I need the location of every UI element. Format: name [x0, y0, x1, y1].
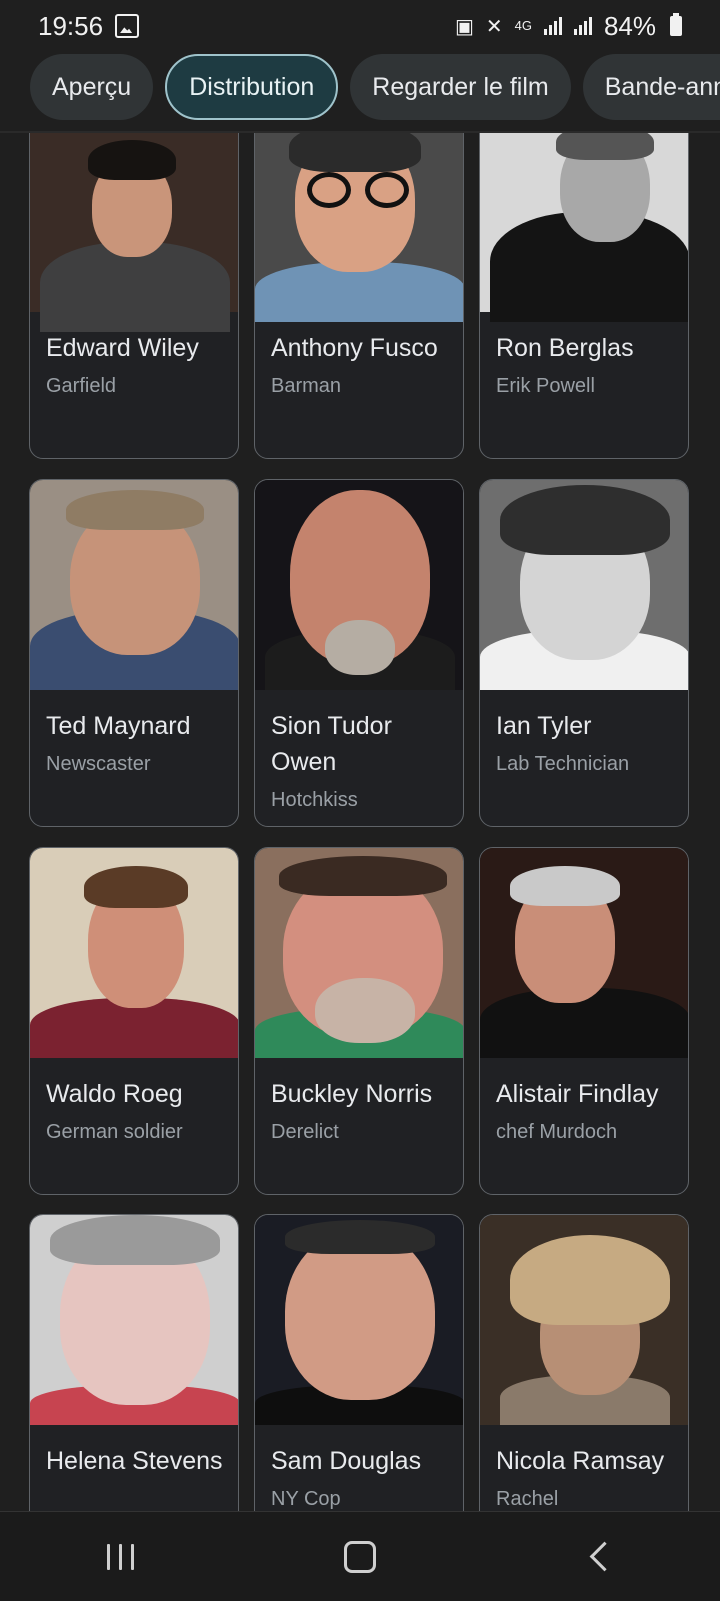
role-name: NY Cop	[271, 1488, 341, 1510]
role-name: Garfield	[46, 375, 117, 397]
actor-photo	[480, 1215, 688, 1425]
tab-chip-row: Aperçu Distribution Regarder le film Ban…	[0, 54, 720, 122]
card-text: Buckley Norris Derelict	[271, 1076, 451, 1144]
cast-card[interactable]: Ted Maynard Newscaster	[29, 479, 239, 827]
cast-card[interactable]: Helena Stevens	[29, 1214, 239, 1511]
actor-photo	[30, 848, 238, 1058]
actor-photo	[30, 133, 238, 332]
card-text: Edward Wiley Garfield	[46, 330, 226, 398]
actor-photo	[255, 1215, 463, 1425]
home-icon	[344, 1540, 376, 1573]
recent-apps-button[interactable]	[75, 1522, 165, 1592]
tab-bande-annonce[interactable]: Bande-annonce	[582, 54, 720, 120]
cast-card[interactable]: Anthony Fusco Barman	[254, 133, 464, 459]
status-right: ▣ ✕ 4G 84%	[455, 11, 682, 42]
signal-icon	[543, 17, 562, 35]
actor-name: Edward Wiley	[46, 334, 199, 362]
actor-photo	[255, 848, 463, 1058]
tab-apercu[interactable]: Aperçu	[30, 54, 154, 120]
battery-percent: 84%	[603, 10, 656, 41]
role-name: Newscaster	[46, 753, 151, 775]
actor-name: Anthony Fusco	[271, 334, 438, 362]
cast-card[interactable]: Ian Tyler Lab Technician	[479, 479, 689, 827]
divider	[0, 131, 720, 133]
back-icon	[589, 1541, 619, 1572]
actor-photo	[30, 1215, 238, 1425]
actor-photo	[480, 480, 688, 690]
role-name: Barman	[271, 375, 342, 397]
cast-card[interactable]: Edward Wiley Garfield	[29, 133, 239, 459]
cast-card[interactable]: Waldo Roeg German soldier	[29, 847, 239, 1195]
status-left: 19:56	[38, 10, 140, 42]
role-name: Erik Powell	[496, 375, 595, 397]
cast-card[interactable]: Buckley Norris Derelict	[254, 847, 464, 1195]
card-text: Anthony Fusco Barman	[271, 330, 451, 398]
cast-card[interactable]: Nicola Ramsay Rachel	[479, 1214, 689, 1511]
status-bar: 19:56 ▣ ✕ 4G 84%	[0, 0, 720, 52]
actor-photo	[30, 480, 238, 690]
cast-card[interactable]: Alistair Findlay chef Murdoch	[479, 847, 689, 1195]
actor-name: Sam Douglas	[271, 1447, 422, 1475]
cast-card[interactable]: Sion Tudor Owen Hotchkiss	[254, 479, 464, 827]
network-type: 4G	[514, 18, 532, 33]
back-button[interactable]	[555, 1522, 645, 1592]
actor-photo	[255, 133, 463, 322]
card-text: Sion Tudor Owen Hotchkiss	[271, 708, 451, 812]
cast-grid: Edward Wiley Garfield Anthony Fusco Barm…	[0, 133, 720, 1511]
recent-apps-icon	[106, 1543, 134, 1570]
role-name: Derelict	[271, 1121, 339, 1143]
actor-photo	[255, 480, 463, 690]
system-nav-bar	[0, 1511, 720, 1601]
card-text: Nicola Ramsay Rachel	[496, 1443, 676, 1511]
actor-name: Nicola Ramsay	[496, 1447, 665, 1475]
tab-regarder-le-film[interactable]: Regarder le film	[350, 54, 571, 120]
actor-name: Ron Berglas	[496, 334, 634, 362]
actor-name: Helena Stevens	[46, 1447, 223, 1475]
role-name: Lab Technician	[496, 753, 630, 775]
card-text: Helena Stevens	[46, 1443, 226, 1487]
cast-card[interactable]: Sam Douglas NY Cop	[254, 1214, 464, 1511]
role-name: Rachel	[496, 1488, 559, 1510]
card-text: Ron Berglas Erik Powell	[496, 330, 676, 398]
role-name: chef Murdoch	[496, 1121, 618, 1143]
signal-icon-2	[573, 17, 592, 35]
actor-photo	[480, 133, 688, 322]
actor-name: Ian Tyler	[496, 712, 592, 740]
actor-name: Sion Tudor Owen	[271, 712, 392, 776]
tab-distribution[interactable]: Distribution	[165, 54, 339, 120]
cast-card[interactable]: Ron Berglas Erik Powell	[479, 133, 689, 459]
card-text: Ian Tyler Lab Technician	[496, 708, 676, 776]
lock-icon: ▣	[454, 15, 474, 38]
actor-name: Alistair Findlay	[496, 1080, 659, 1108]
role-name: Hotchkiss	[271, 789, 358, 811]
card-text: Alistair Findlay chef Murdoch	[496, 1076, 676, 1144]
clock: 19:56	[38, 10, 104, 41]
actor-photo	[480, 848, 688, 1058]
card-text: Waldo Roeg German soldier	[46, 1076, 226, 1144]
gallery-notification-icon	[115, 14, 140, 38]
role-name: German soldier	[46, 1121, 183, 1143]
actor-name: Waldo Roeg	[46, 1080, 183, 1108]
mute-icon: ✕	[485, 15, 503, 38]
card-text: Ted Maynard Newscaster	[46, 708, 226, 776]
home-button[interactable]	[315, 1522, 405, 1592]
actor-name: Ted Maynard	[46, 712, 191, 740]
actor-name: Buckley Norris	[271, 1080, 433, 1108]
battery-icon	[670, 13, 682, 36]
card-text: Sam Douglas NY Cop	[271, 1443, 451, 1511]
